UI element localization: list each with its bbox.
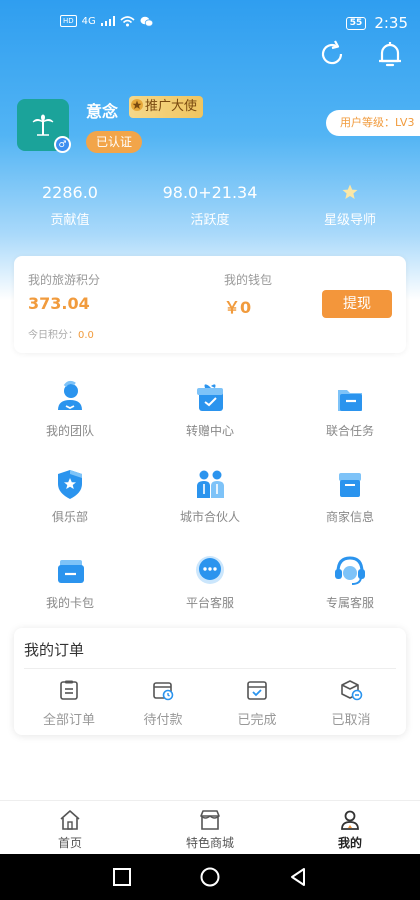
stat-label: 贡献值 [50,213,90,228]
wallet-label: 我的钱包 [224,273,273,287]
gender-male-icon: ♂ [54,136,71,153]
status-bar: HD 4G 55 2:35 [0,8,420,38]
network-indicator: 4G [81,15,96,27]
grid-item-label: 联合任务 [325,424,374,438]
function-grid: 我的团队 转赠中心 联合任务 俱乐部 城市合伙人 商家信息 我的卡包 平台客服 … [0,378,420,636]
order-pending-payment[interactable]: 待付款 [116,678,210,728]
tab-mine[interactable]: 我的 [280,801,420,854]
order-label: 已完成 [237,713,277,728]
grid-item-label: 俱乐部 [51,510,88,524]
system-navigation-bar [0,854,420,900]
box-cancel-icon [341,680,363,701]
tab-label: 首页 [57,836,82,850]
grid-item-label: 城市合伙人 [179,510,240,524]
box-check-icon [247,681,267,700]
promo-ambassador-badge: 推广大使 [129,96,204,118]
stat-star-mentor[interactable]: 星级导师 [280,183,420,228]
user-level-badge[interactable]: 用户等级：LV3 [326,110,420,136]
my-orders-card: 我的订单 全部订单 待付款 已完成 已取消 [14,628,406,735]
order-label: 全部订单 [42,713,95,728]
medal-star-icon [131,99,143,111]
bell-icon[interactable] [374,38,406,70]
home-icon [60,810,80,830]
order-cancelled[interactable]: 已取消 [304,678,398,728]
grid-item-dedicated-service[interactable]: 专属客服 [280,550,420,636]
store-icon [339,473,361,497]
today-points-label: 今日积分： [28,330,78,341]
order-label: 待付款 [143,713,183,728]
clock: 2:35 [374,14,408,32]
wallet-clock-icon [153,682,174,701]
grid-item-merchant-info[interactable]: 商家信息 [280,464,420,550]
order-label: 已取消 [331,713,371,728]
wifi-icon [120,15,135,26]
chat-icon [196,556,224,584]
grid-item-label: 专属客服 [325,596,374,610]
wallet-card: 我的旅游积分 373.04 我的钱包 ￥0 今日积分：0.0 提现 [14,256,406,353]
withdraw-button[interactable]: 提现 [322,290,392,318]
tab-label: 我的 [337,836,362,850]
grid-item-label: 转赠中心 [185,424,234,438]
shop-icon [200,810,220,830]
hd-indicator: HD [60,15,77,27]
grid-item-club[interactable]: 俱乐部 [0,464,140,550]
folder-icon [338,390,362,411]
shield-star-icon [58,470,82,499]
back-triangle-icon[interactable] [287,866,309,888]
tab-mall[interactable]: 特色商城 [140,801,280,854]
bottom-tab-bar: 首页 特色商城 我的 [0,800,420,854]
refresh-icon[interactable] [316,38,348,70]
divider [24,668,396,669]
order-all[interactable]: 全部订单 [22,678,116,728]
grid-item-gift-center[interactable]: 转赠中心 [140,378,280,464]
gift-icon [197,384,223,411]
verified-badge: 已认证 [86,131,143,153]
grid-item-label: 平台客服 [185,596,234,610]
wechat-icon [140,16,153,27]
stat-activity[interactable]: 98.0+21.34 活跃度 [140,183,280,228]
travel-points-value: 373.04 [28,294,90,313]
grid-item-label: 我的卡包 [45,596,94,610]
team-icon [58,380,82,410]
stat-value: 98.0+21.34 [162,183,258,202]
promo-badge-label: 推广大使 [145,99,198,114]
grid-item-card-wallet[interactable]: 我的卡包 [0,550,140,636]
grid-item-platform-service[interactable]: 平台客服 [140,550,280,636]
stat-label: 星级导师 [323,213,376,228]
recent-apps-icon[interactable] [111,866,133,888]
stat-label: 活跃度 [190,213,230,228]
grid-item-city-partner[interactable]: 城市合伙人 [140,464,280,550]
home-circle-icon[interactable] [199,866,221,888]
clipboard-icon [60,680,78,700]
tab-home[interactable]: 首页 [0,801,140,854]
stat-value: 2286.0 [42,183,98,202]
stats-row: 2286.0 贡献值 98.0+21.34 活跃度 星级导师 [0,183,420,228]
tab-label: 特色商城 [185,836,234,850]
headset-icon [335,556,365,585]
partners-icon [197,470,224,498]
stat-contribution[interactable]: 2286.0 贡献值 [0,183,140,228]
order-completed[interactable]: 已完成 [210,678,304,728]
today-points: 今日积分：0.0 [28,326,94,341]
orders-title: 我的订单 [24,641,85,659]
grid-item-label: 商家信息 [325,510,374,524]
star-icon [280,183,420,203]
grid-item-my-team[interactable]: 我的团队 [0,378,140,464]
battery-indicator: 55 [345,16,367,30]
user-icon [341,810,359,830]
wallet-value: ￥0 [224,298,252,317]
palm-tree-icon [32,114,54,136]
card-wallet-icon [58,560,84,583]
grid-item-joint-tasks[interactable]: 联合任务 [280,378,420,464]
signal-icon [100,16,115,26]
today-points-value: 0.0 [78,330,94,341]
grid-item-label: 我的团队 [45,424,94,438]
travel-points-label: 我的旅游积分 [28,273,101,287]
user-name: 意念 [86,102,119,121]
